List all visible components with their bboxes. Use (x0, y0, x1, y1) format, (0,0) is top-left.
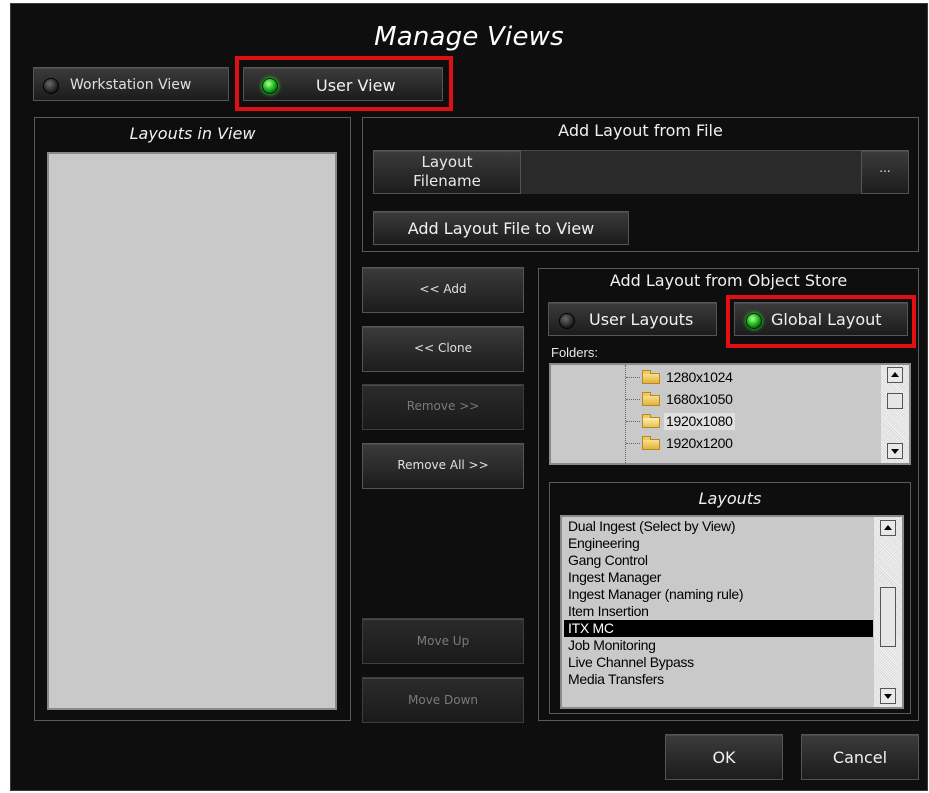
global-layout-button[interactable]: Global Layout (734, 302, 908, 336)
user-view-led-icon (262, 78, 278, 94)
cancel-button[interactable]: Cancel (801, 734, 919, 780)
layouts-in-view-list[interactable] (47, 152, 337, 710)
layout-item[interactable]: Ingest Manager (naming rule) (568, 586, 744, 603)
open-folder-icon (642, 414, 660, 428)
global-layout-label: Global Layout (771, 310, 882, 329)
ok-button-label: OK (712, 748, 736, 767)
user-view-button[interactable]: User View (243, 67, 443, 101)
layout-item[interactable]: Gang Control (568, 552, 648, 569)
scroll-thumb[interactable] (887, 393, 903, 409)
clone-button-label: << Clone (414, 341, 472, 355)
add-layout-from-file-panel: Add Layout from File Layout Filename ...… (362, 117, 919, 252)
global-layout-led-icon (746, 313, 762, 329)
remove-button-label: Remove >> (406, 399, 480, 413)
remove-button[interactable]: Remove >> (362, 384, 524, 430)
clone-button[interactable]: << Clone (362, 326, 524, 372)
scroll-thumb[interactable] (880, 587, 896, 647)
layout-item[interactable]: Engineering (568, 535, 640, 552)
tree-branch (626, 377, 640, 378)
layout-item[interactable]: Dual Ingest (Select by View) (568, 518, 736, 535)
remove-all-button-label: Remove All >> (397, 458, 489, 472)
layout-item[interactable]: Media Transfers (568, 671, 664, 688)
layouts-scrollbar[interactable] (874, 517, 902, 707)
manage-views-dialog: Manage Views Workstation View User View … (10, 3, 928, 791)
tree-branch (626, 399, 640, 400)
move-down-button-label: Move Down (408, 693, 478, 707)
folder-icon (642, 392, 660, 406)
user-view-label: User View (316, 76, 396, 95)
folder-icon (642, 436, 660, 450)
add-button[interactable]: << Add (362, 267, 524, 313)
add-layout-file-button[interactable]: Add Layout File to View (373, 211, 629, 245)
tree-folder-row[interactable]: 1280x1024 (626, 368, 826, 388)
scroll-up-icon[interactable] (887, 367, 903, 383)
add-layout-file-label: Add Layout File to View (407, 219, 595, 238)
workstation-led-icon (43, 78, 59, 94)
user-layouts-led-icon (559, 313, 575, 329)
folders-label: Folders: (551, 345, 598, 360)
tree-branch (626, 421, 640, 422)
remove-all-button[interactable]: Remove All >> (362, 443, 524, 489)
move-up-button[interactable]: Move Up (362, 618, 524, 664)
tree-folder-row-selected[interactable]: 1920x1080 (626, 412, 826, 432)
add-from-file-title: Add Layout from File (558, 121, 723, 140)
scroll-down-icon[interactable] (880, 688, 896, 704)
folder-name: 1920x1200 (666, 435, 733, 451)
move-up-button-label: Move Up (416, 634, 470, 648)
user-layouts-button[interactable]: User Layouts (548, 302, 717, 336)
folders-tree[interactable]: 1280x1024 1680x1050 1920x1080 1920x1200 (549, 363, 911, 465)
layouts-in-view-panel: Layouts in View (34, 117, 351, 721)
layout-item[interactable]: Item Insertion (568, 603, 649, 620)
move-down-button[interactable]: Move Down (362, 677, 524, 723)
folder-icon (642, 370, 660, 384)
layout-item[interactable]: Job Monitoring (568, 637, 656, 654)
layout-filename-field[interactable] (521, 150, 861, 194)
layouts-in-view-title: Layouts in View (129, 124, 256, 143)
folder-name: 1920x1080 (664, 413, 735, 430)
tree-branch (626, 443, 640, 444)
layout-item-selected[interactable]: ITX MC (564, 620, 873, 637)
object-store-title: Add Layout from Object Store (609, 271, 848, 290)
layout-filename-line2: Filename (413, 172, 481, 190)
cancel-button-label: Cancel (832, 748, 888, 767)
layout-item[interactable]: Ingest Manager (568, 569, 661, 586)
layout-filename-button[interactable]: Layout Filename (373, 150, 521, 194)
folder-name: 1680x1050 (666, 391, 733, 407)
browse-ellipsis-icon: ... (879, 161, 891, 175)
folders-scrollbar[interactable] (881, 365, 909, 463)
layout-item[interactable]: Live Channel Bypass (568, 654, 694, 671)
layouts-subpanel: Layouts Dual Ingest (Select by View) Eng… (549, 482, 911, 714)
add-button-label: << Add (419, 282, 467, 296)
layout-filename-line1: Layout (421, 153, 473, 171)
tree-folder-row[interactable]: 1680x1050 (626, 390, 826, 410)
ok-button[interactable]: OK (665, 734, 783, 780)
scroll-down-icon[interactable] (887, 443, 903, 459)
scroll-up-icon[interactable] (880, 520, 896, 536)
layouts-list[interactable]: Dual Ingest (Select by View) Engineering… (560, 515, 904, 709)
user-layouts-label: User Layouts (589, 310, 694, 329)
workstation-view-label: Workstation View (70, 77, 192, 93)
workstation-view-button[interactable]: Workstation View (33, 67, 229, 101)
dialog-title: Manage Views (374, 22, 564, 52)
browse-file-button[interactable]: ... (861, 150, 909, 194)
folder-name: 1280x1024 (666, 369, 733, 385)
layouts-title: Layouts (698, 489, 762, 508)
tree-folder-row[interactable]: 1920x1200 (626, 434, 826, 454)
object-store-panel: Add Layout from Object Store User Layout… (538, 268, 919, 721)
